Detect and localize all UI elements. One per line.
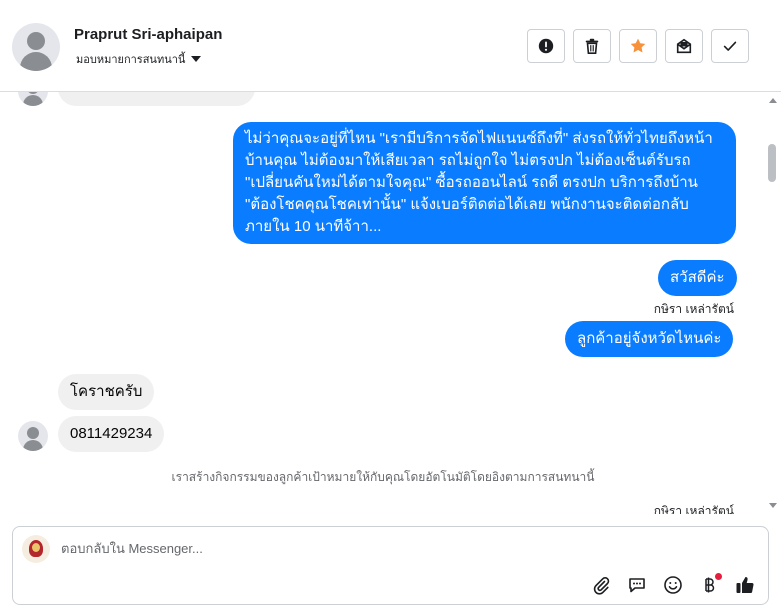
emoji-icon — [664, 576, 682, 594]
assign-conversation-dropdown[interactable]: มอบหมายการสนทนานี้ — [76, 50, 202, 68]
like-button[interactable] — [734, 574, 756, 596]
notification-dot — [715, 573, 722, 580]
report-button[interactable] — [527, 29, 565, 63]
system-note: เราสร้างกิจกรรมของลูกค้าเป้าหมายให้กับคุ… — [171, 470, 595, 484]
incoming-message-phone: 0811429234 — [58, 416, 165, 452]
scroll-up-arrow-icon[interactable] — [769, 98, 777, 103]
chat-scrollbar[interactable] — [766, 92, 778, 514]
composer-tools — [590, 573, 756, 596]
outgoing-message-promo: ไม่ว่าคุณจะอยู่ที่ไหน "เรามีบริการจัดไฟแ… — [233, 122, 736, 244]
contact-avatar[interactable] — [12, 23, 60, 71]
scroll-down-arrow-icon[interactable] — [769, 503, 777, 508]
page-avatar — [22, 535, 50, 563]
message-thread[interactable]: ไม่ทราบว่าจังหวัดอะไรคะ? ไม่ว่าคุณจะอยู่… — [0, 92, 766, 514]
customer-avatar — [18, 92, 48, 106]
envelope-open-icon — [676, 38, 692, 54]
thumbs-up-icon — [736, 577, 754, 593]
outgoing-message-question: ลูกค้าอยู่จังหวัดไหนค่ะ — [565, 321, 734, 357]
scrollbar-thumb[interactable] — [768, 144, 776, 182]
mark-unread-button[interactable] — [665, 29, 703, 63]
reply-composer — [12, 526, 769, 605]
star-button[interactable] — [619, 29, 657, 63]
incoming-message-province: โคราชครับ — [58, 374, 155, 410]
reply-input[interactable] — [61, 541, 561, 556]
mark-done-button[interactable] — [711, 29, 749, 63]
saved-replies-icon — [629, 578, 645, 593]
trash-icon — [585, 38, 599, 55]
outgoing-message-greeting: สวัสดีค่ะ — [658, 260, 737, 296]
incoming-message: ไม่ทราบว่าจังหวัดอะไรคะ? — [58, 92, 256, 106]
customer-avatar — [18, 421, 48, 451]
sender-name: กษิรา เหล่ารัตน์ — [653, 302, 734, 316]
paperclip-icon — [593, 577, 610, 595]
delete-button[interactable] — [573, 29, 611, 63]
check-icon — [723, 41, 737, 51]
star-icon — [630, 38, 646, 53]
sender-name: กษิรา เหล่ารัตน์ — [653, 504, 734, 514]
alert-circle-icon — [538, 38, 554, 54]
saved-replies-button[interactable] — [626, 574, 648, 596]
attach-button[interactable] — [590, 574, 612, 596]
caret-down-icon — [191, 56, 202, 62]
payment-button[interactable] — [698, 573, 722, 596]
contact-name[interactable]: Praprut Sri-aphaipan — [74, 26, 222, 43]
emoji-button[interactable] — [662, 574, 684, 596]
assign-label: มอบหมายการสนทนานี้ — [76, 54, 186, 66]
conversation-header: Praprut Sri-aphaipan มอบหมายการสนทนานี้ — [0, 0, 781, 92]
header-actions — [527, 29, 749, 63]
